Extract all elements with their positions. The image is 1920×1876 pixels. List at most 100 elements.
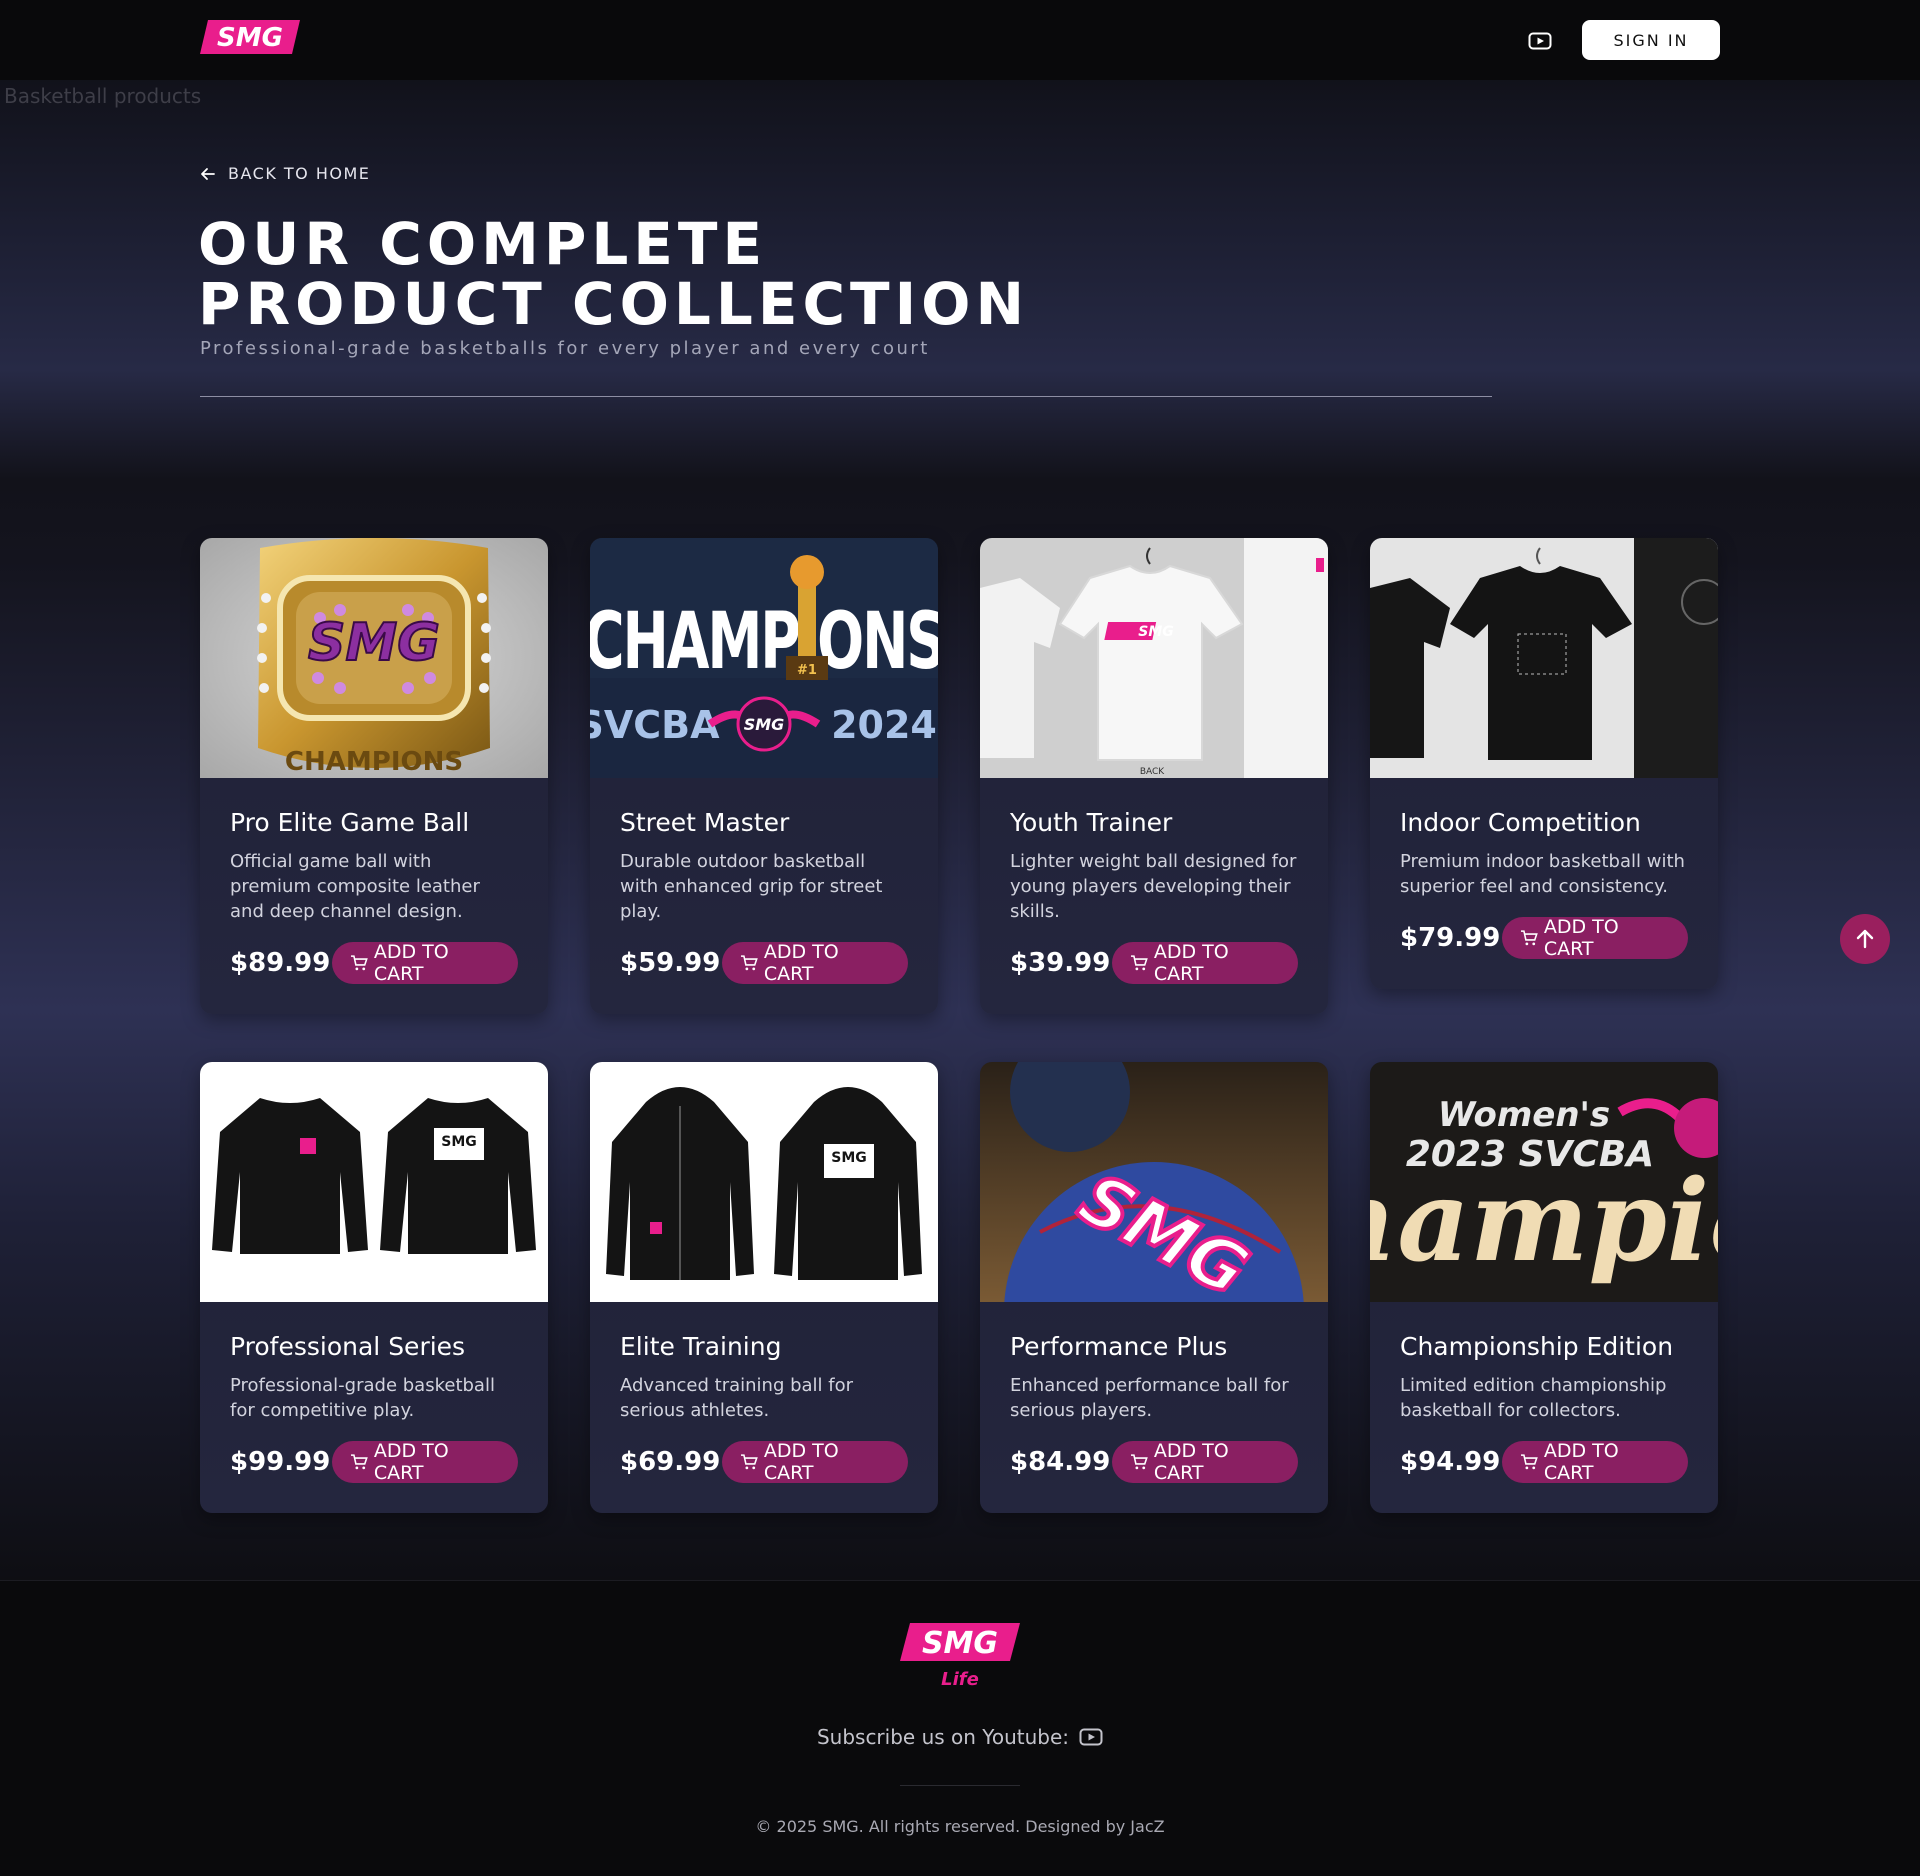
product-price: $89.99 — [230, 948, 331, 978]
add-to-cart-label: ADD TO CART — [1153, 941, 1229, 985]
arrow-up-icon — [1856, 929, 1874, 949]
add-to-cart-button[interactable]: ADD TO CART — [1502, 916, 1688, 960]
product-image-sweatshirt: SMG — [200, 1062, 548, 1302]
add-to-cart-label: ADD TO CART — [1543, 1440, 1619, 1484]
product-image-black-tshirt — [1370, 538, 1718, 778]
youtube-link[interactable] — [1524, 28, 1556, 54]
scroll-to-top-button[interactable] — [1840, 914, 1890, 964]
site-header: SMG SIGN IN — [0, 0, 1920, 80]
product-price: $79.99 — [1400, 923, 1501, 953]
womens-text: Women's — [1438, 1095, 1610, 1135]
product-description: Official game ball with premium composit… — [230, 851, 480, 922]
add-to-cart-label: ADD TO CART — [373, 1440, 449, 1484]
footer-logo[interactable]: SMG Life — [900, 1619, 1022, 1691]
add-to-cart-label: ADD TO CART — [763, 1440, 839, 1484]
youtube-icon — [1528, 32, 1552, 50]
product-price: $99.99 — [230, 1447, 331, 1477]
arrow-left-icon — [201, 167, 215, 180]
add-to-cart-label: ADD TO CART — [1153, 1440, 1229, 1484]
badge-text: SMG — [744, 715, 785, 734]
product-name: Indoor Competition — [1400, 808, 1641, 837]
hoodie-print-text: SMG — [831, 1150, 867, 1166]
product-card: SMG Professional Series Professional-gra… — [200, 1062, 548, 1513]
broken-image-alt-text: Basketball products — [4, 84, 202, 108]
product-card: SMG Elite Training Advanced training bal… — [590, 1062, 938, 1513]
cart-icon — [1521, 930, 1538, 946]
year-text: 2024 — [831, 703, 937, 747]
cart-icon — [741, 1454, 758, 1470]
logo-text: SMG — [217, 23, 283, 53]
product-description: Limited edition championship basketball … — [1400, 1375, 1667, 1421]
back-label: BACK — [1140, 767, 1165, 777]
cart-icon — [1521, 1454, 1538, 1470]
product-description: Durable outdoor basketball with enhanced… — [620, 851, 883, 922]
product-image-ring: SMG CHAMPIONS — [200, 538, 548, 778]
product-card: Indoor Competition Premium indoor basket… — [1370, 538, 1718, 989]
add-to-cart-button[interactable]: ADD TO CART — [722, 941, 908, 985]
cart-icon — [1131, 955, 1148, 971]
page-subtitle: Professional-grade basketballs for every… — [200, 338, 930, 359]
product-name: Youth Trainer — [1010, 808, 1173, 837]
script-text: hampio — [1370, 1156, 1718, 1287]
add-to-cart-label: ADD TO CART — [1543, 916, 1619, 960]
product-description: Professional-grade basketball for compet… — [230, 1375, 495, 1421]
product-name: Performance Plus — [1010, 1332, 1228, 1361]
product-description: Advanced training ball for serious athle… — [620, 1375, 854, 1421]
sweatshirt-print-text: SMG — [441, 1134, 477, 1150]
cart-icon — [351, 955, 368, 971]
product-card: SMG CHAMPIONS Pro Elite Game Ball Offici… — [200, 538, 548, 1014]
add-to-cart-label: ADD TO CART — [763, 941, 839, 985]
product-image-basketball: SMG — [980, 1062, 1328, 1302]
product-price: $39.99 — [1010, 948, 1111, 978]
add-to-cart-button[interactable]: ADD TO CART — [332, 941, 518, 985]
subscribe-label: Subscribe us on Youtube: — [816, 1725, 1070, 1749]
product-card: SMG Performance Plus Enhanced performanc… — [980, 1062, 1328, 1513]
add-to-cart-button[interactable]: ADD TO CART — [332, 1440, 518, 1484]
product-card: Women's 2023 SVCBA hampio Championship E… — [1370, 1062, 1718, 1513]
site-footer: SMG Life Subscribe us on Youtube: © 2025… — [0, 1580, 1920, 1876]
add-to-cart-button[interactable]: ADD TO CART — [1502, 1440, 1688, 1484]
add-to-cart-button[interactable]: ADD TO CART — [1112, 1440, 1298, 1484]
youtube-icon[interactable] — [1079, 1728, 1103, 1746]
product-card: SMG BACK Youth Trainer Lighter weight ba… — [980, 538, 1328, 1014]
page-title-line-2: PRODUCT COLLECTION — [198, 270, 1030, 338]
product-description: Lighter weight ball designed for young p… — [1010, 851, 1297, 922]
add-to-cart-button[interactable]: ADD TO CART — [722, 1440, 908, 1484]
copyright-text: © 2025 SMG. All rights reserved. Designe… — [755, 1817, 1165, 1836]
product-image-hoodie: SMG — [590, 1062, 938, 1302]
smg-logo[interactable]: SMG — [200, 16, 304, 60]
product-name: Professional Series — [230, 1332, 466, 1361]
shirt-logo-text: SMG — [1138, 624, 1174, 640]
champions-text: CHAMPIONS — [590, 597, 938, 687]
cart-icon — [741, 955, 758, 971]
cart-icon — [1131, 1454, 1148, 1470]
product-description: Premium indoor basketball with superior … — [1400, 851, 1685, 897]
add-to-cart-label: ADD TO CART — [373, 941, 449, 985]
page-title: OUR COMPLETE PRODUCT COLLECTION — [198, 214, 1398, 334]
hero-divider — [200, 396, 1492, 397]
cart-icon — [351, 1454, 368, 1470]
product-name: Elite Training — [620, 1332, 782, 1361]
product-price: $59.99 — [620, 948, 721, 978]
footer-logo-sub: Life — [941, 1669, 979, 1690]
page-title-line-1: OUR COMPLETE — [198, 210, 768, 278]
ring-band-text: CHAMPIONS — [285, 747, 463, 777]
footer-logo-text: SMG — [922, 1626, 998, 1661]
product-price: $69.99 — [620, 1447, 721, 1477]
product-name: Championship Edition — [1400, 1332, 1674, 1361]
sign-in-button[interactable]: SIGN IN — [1582, 20, 1720, 60]
add-to-cart-button[interactable]: ADD TO CART — [1112, 941, 1298, 985]
subscribe-row: Subscribe us on Youtube: — [0, 1725, 1920, 1749]
product-image-champions-banner: CHAMPIONS #1 SVCBA 2024 SMG — [590, 538, 938, 778]
product-name: Pro Elite Game Ball — [230, 808, 470, 837]
product-price: $84.99 — [1010, 1447, 1111, 1477]
trophy-label: #1 — [797, 663, 817, 678]
ring-logo-text: SMG — [308, 613, 440, 673]
product-price: $94.99 — [1400, 1447, 1501, 1477]
svcba-text: SVCBA — [590, 703, 720, 747]
broken-hero-image: Basketball products — [4, 84, 201, 108]
back-to-home-link[interactable]: BACK TO HOME — [200, 164, 370, 183]
product-card: CHAMPIONS #1 SVCBA 2024 SMG Street Maste… — [590, 538, 938, 1014]
product-image-white-tshirt: SMG BACK — [980, 538, 1328, 778]
product-name: Street Master — [620, 808, 790, 837]
